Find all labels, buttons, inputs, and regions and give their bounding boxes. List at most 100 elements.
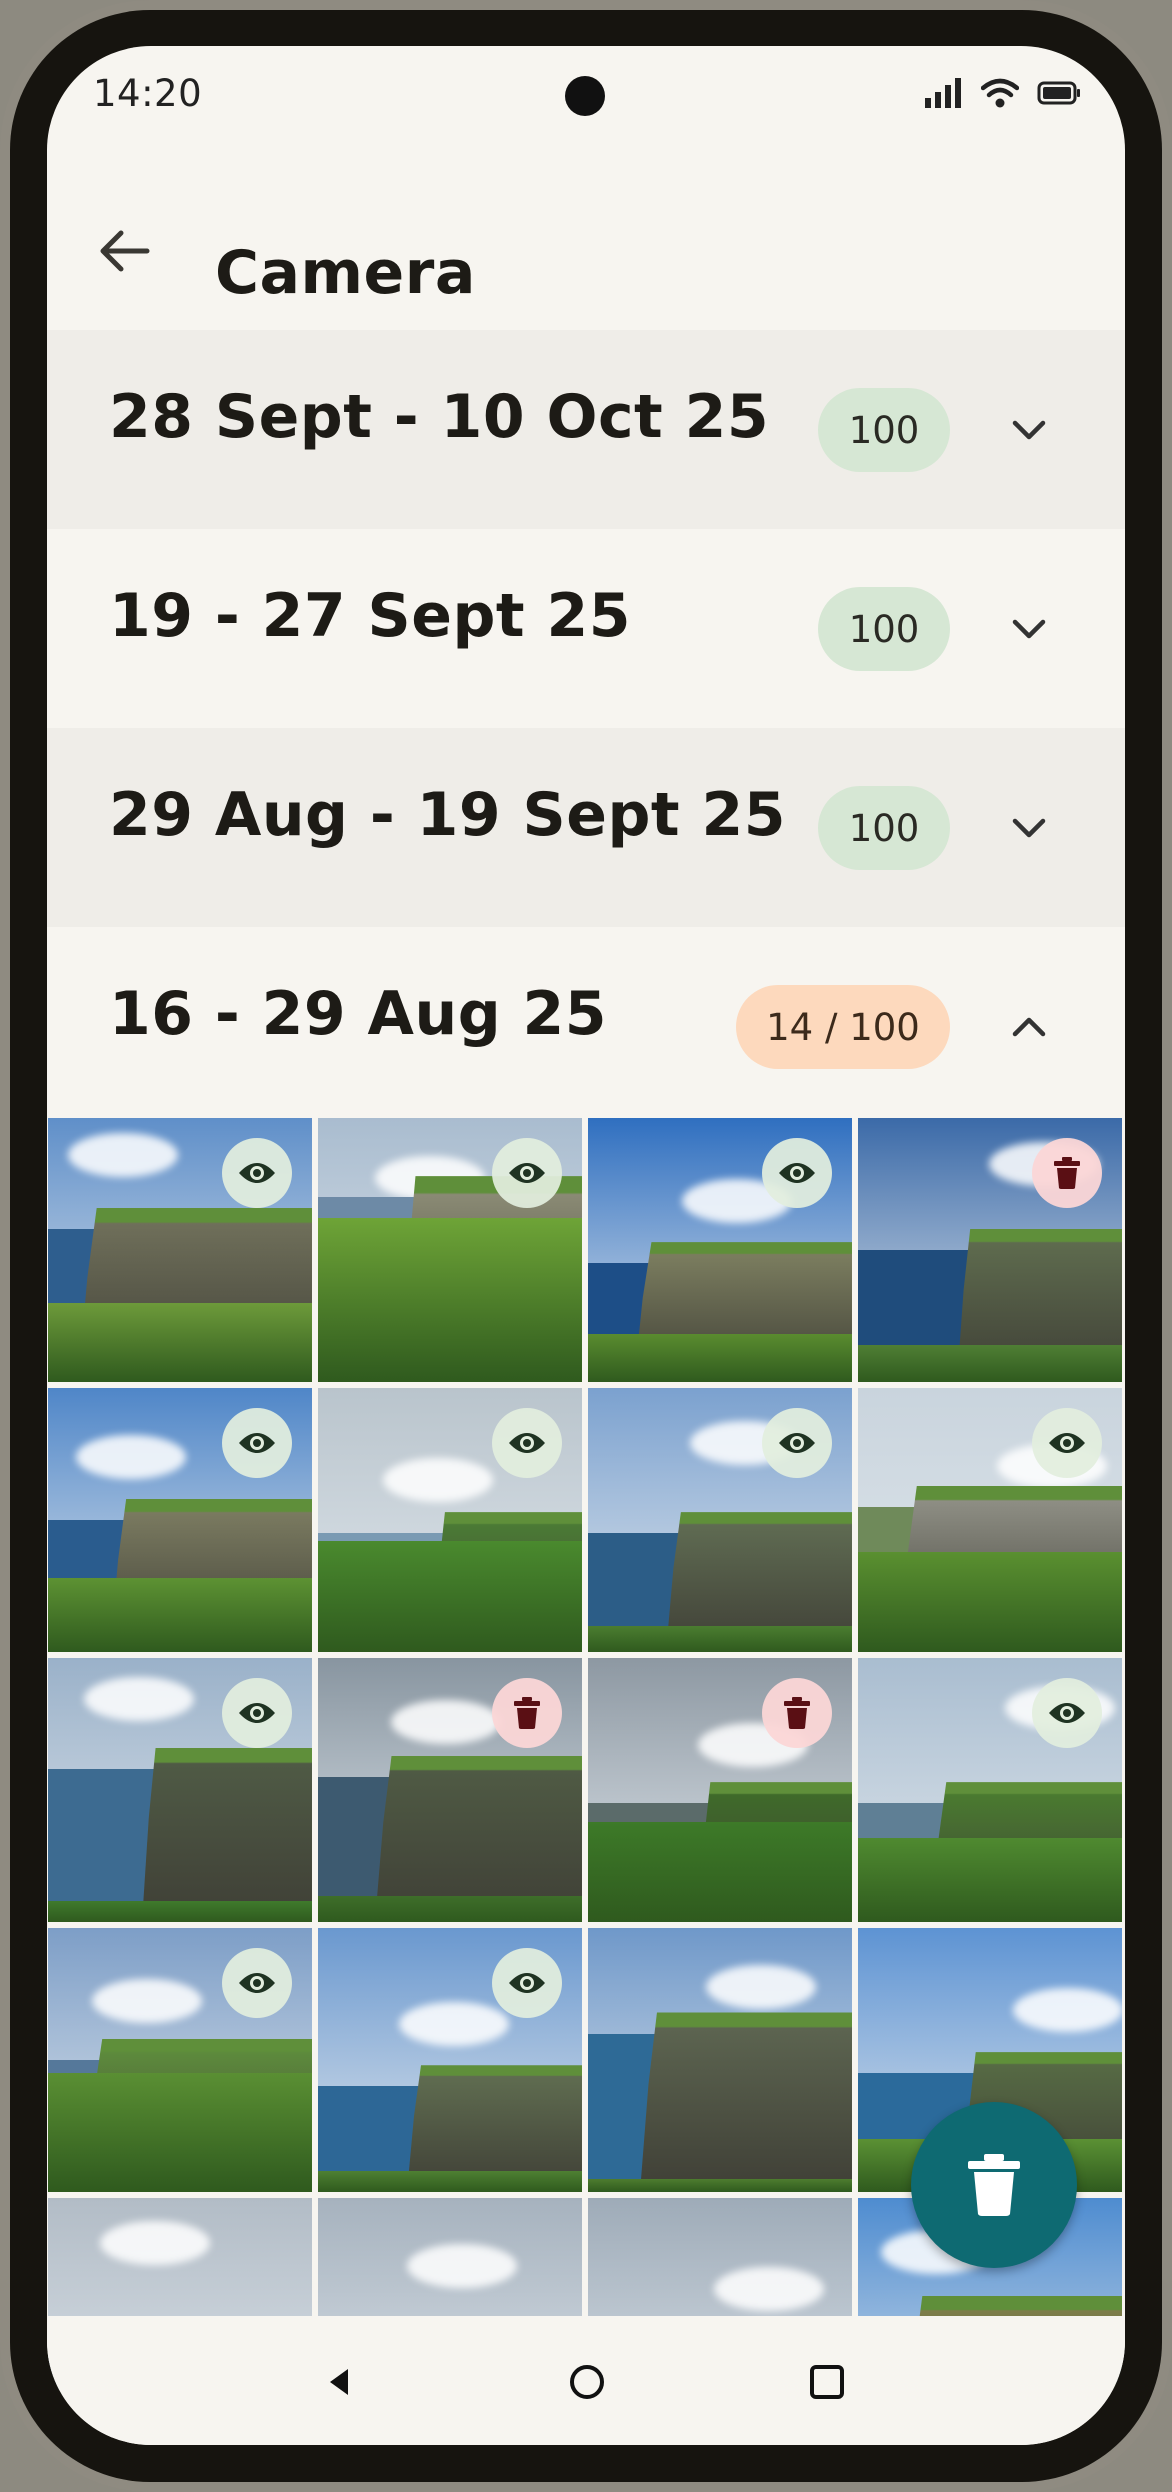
photo-grass (48, 1302, 312, 1382)
keep-marker[interactable] (492, 1138, 562, 1208)
photo-thumbnail[interactable] (318, 1928, 582, 2192)
keep-marker[interactable] (762, 1138, 832, 1208)
delete-fab[interactable] (911, 2102, 1077, 2268)
keep-marker[interactable] (492, 1948, 562, 2018)
keep-marker[interactable] (222, 1408, 292, 1478)
photo-thumbnail[interactable] (588, 1388, 852, 1652)
photo-thumbnail[interactable] (858, 1658, 1122, 1922)
eye-icon (239, 1973, 275, 1993)
date-group-label: 29 Aug - 19 Sept 25 (109, 780, 786, 850)
date-group-1[interactable]: 28 Sept - 10 Oct 25 100 (47, 330, 1125, 529)
trash-icon (968, 2154, 1020, 2216)
photo-grass (588, 2178, 852, 2192)
count-badge: 100 (818, 388, 950, 472)
photo-cliff (142, 1747, 312, 1922)
delete-marker[interactable] (492, 1678, 562, 1748)
eye-icon (779, 1163, 815, 1183)
expand-button[interactable] (1001, 402, 1057, 458)
count-badge: 100 (818, 587, 950, 671)
photo-grass (48, 1900, 312, 1922)
nav-home-button[interactable] (557, 2352, 617, 2412)
photo-grass (588, 1821, 852, 1922)
keep-marker[interactable] (492, 1408, 562, 1478)
chevron-up-icon (1012, 1017, 1046, 1037)
photo-thumbnail[interactable] (588, 1928, 852, 2192)
photo-cloud (84, 1677, 194, 1721)
photo-cloud (391, 1700, 501, 1744)
photo-cloud (714, 2267, 824, 2311)
wifi-icon (981, 78, 1019, 108)
battery-icon (1037, 81, 1080, 105)
expand-button[interactable] (1001, 800, 1057, 856)
photo-grass (588, 1625, 852, 1652)
signal-icon (925, 78, 961, 108)
photo-thumbnail[interactable] (318, 1658, 582, 1922)
date-group-label: 28 Sept - 10 Oct 25 (109, 382, 770, 452)
keep-marker[interactable] (1032, 1678, 1102, 1748)
status-time: 14:20 (93, 72, 203, 115)
system-nav-bar (47, 2316, 1125, 2445)
keep-marker[interactable] (222, 1948, 292, 2018)
photo-thumbnail[interactable] (318, 1118, 582, 1382)
keep-marker[interactable] (222, 1678, 292, 1748)
photo-grass (318, 2170, 582, 2192)
photo-thumbnail[interactable] (588, 1118, 852, 1382)
eye-icon (509, 1163, 545, 1183)
eye-icon (1049, 1703, 1085, 1723)
keep-marker[interactable] (1032, 1408, 1102, 1478)
photo-thumbnail[interactable] (48, 1658, 312, 1922)
photo-grass (858, 1345, 1122, 1382)
delete-marker[interactable] (1032, 1138, 1102, 1208)
date-group-label: 19 - 27 Sept 25 (109, 581, 631, 651)
keep-marker[interactable] (762, 1408, 832, 1478)
circle-home-icon (570, 2365, 604, 2399)
photo-cloud (706, 1965, 816, 2009)
eye-icon (779, 1433, 815, 1453)
date-group-3[interactable]: 29 Aug - 19 Sept 25 100 (47, 728, 1125, 927)
date-group-2[interactable]: 19 - 27 Sept 25 100 (47, 529, 1125, 728)
photo-thumbnail[interactable] (48, 1118, 312, 1382)
screen: 14:20 Camera 28 Sept - 10 Oct 25 100 19 … (47, 46, 1125, 2445)
photo-grass (318, 1541, 582, 1652)
trash-icon (1054, 1157, 1080, 1189)
eye-icon (239, 1703, 275, 1723)
photo-thumbnail[interactable] (858, 1388, 1122, 1652)
photo-grass (588, 1334, 852, 1382)
photo-grass (858, 1837, 1122, 1922)
photo-cliff (640, 2012, 852, 2192)
photo-grass (318, 1895, 582, 1922)
eye-icon (509, 1433, 545, 1453)
eye-icon (239, 1163, 275, 1183)
expand-button[interactable] (1001, 601, 1057, 657)
triangle-back-icon (330, 2369, 348, 2395)
chevron-down-icon (1012, 420, 1046, 440)
photo-thumbnail[interactable] (48, 1388, 312, 1652)
photo-thumbnail[interactable] (858, 1118, 1122, 1382)
count-badge: 100 (818, 786, 950, 870)
progress-badge: 14 / 100 (736, 985, 950, 1069)
collapse-button[interactable] (1001, 999, 1057, 1055)
photo-cloud (407, 2244, 517, 2288)
square-recents-icon (810, 2365, 844, 2399)
date-group-4[interactable]: 16 - 29 Aug 25 14 / 100 (47, 927, 1125, 1126)
photo-thumbnail[interactable] (48, 1928, 312, 2192)
chevron-down-icon (1012, 619, 1046, 639)
front-camera (565, 76, 605, 116)
eye-icon (1049, 1433, 1085, 1453)
photo-cloud (383, 1458, 493, 1502)
back-button[interactable] (89, 216, 159, 286)
photo-cloud (100, 2221, 210, 2265)
status-bar: 14:20 (47, 46, 1125, 146)
page-title: Camera (215, 238, 476, 308)
nav-back-button[interactable] (309, 2352, 369, 2412)
photo-cloud (1013, 1988, 1122, 2032)
delete-marker[interactable] (762, 1678, 832, 1748)
photo-thumbnail[interactable] (588, 1658, 852, 1922)
photo-grass (318, 1218, 582, 1382)
keep-marker[interactable] (222, 1138, 292, 1208)
photo-cloud (68, 1133, 178, 1177)
top-app-bar: Camera (47, 186, 1125, 308)
photo-thumbnail[interactable] (318, 1388, 582, 1652)
nav-recents-button[interactable] (797, 2352, 857, 2412)
chevron-down-icon (1012, 818, 1046, 838)
